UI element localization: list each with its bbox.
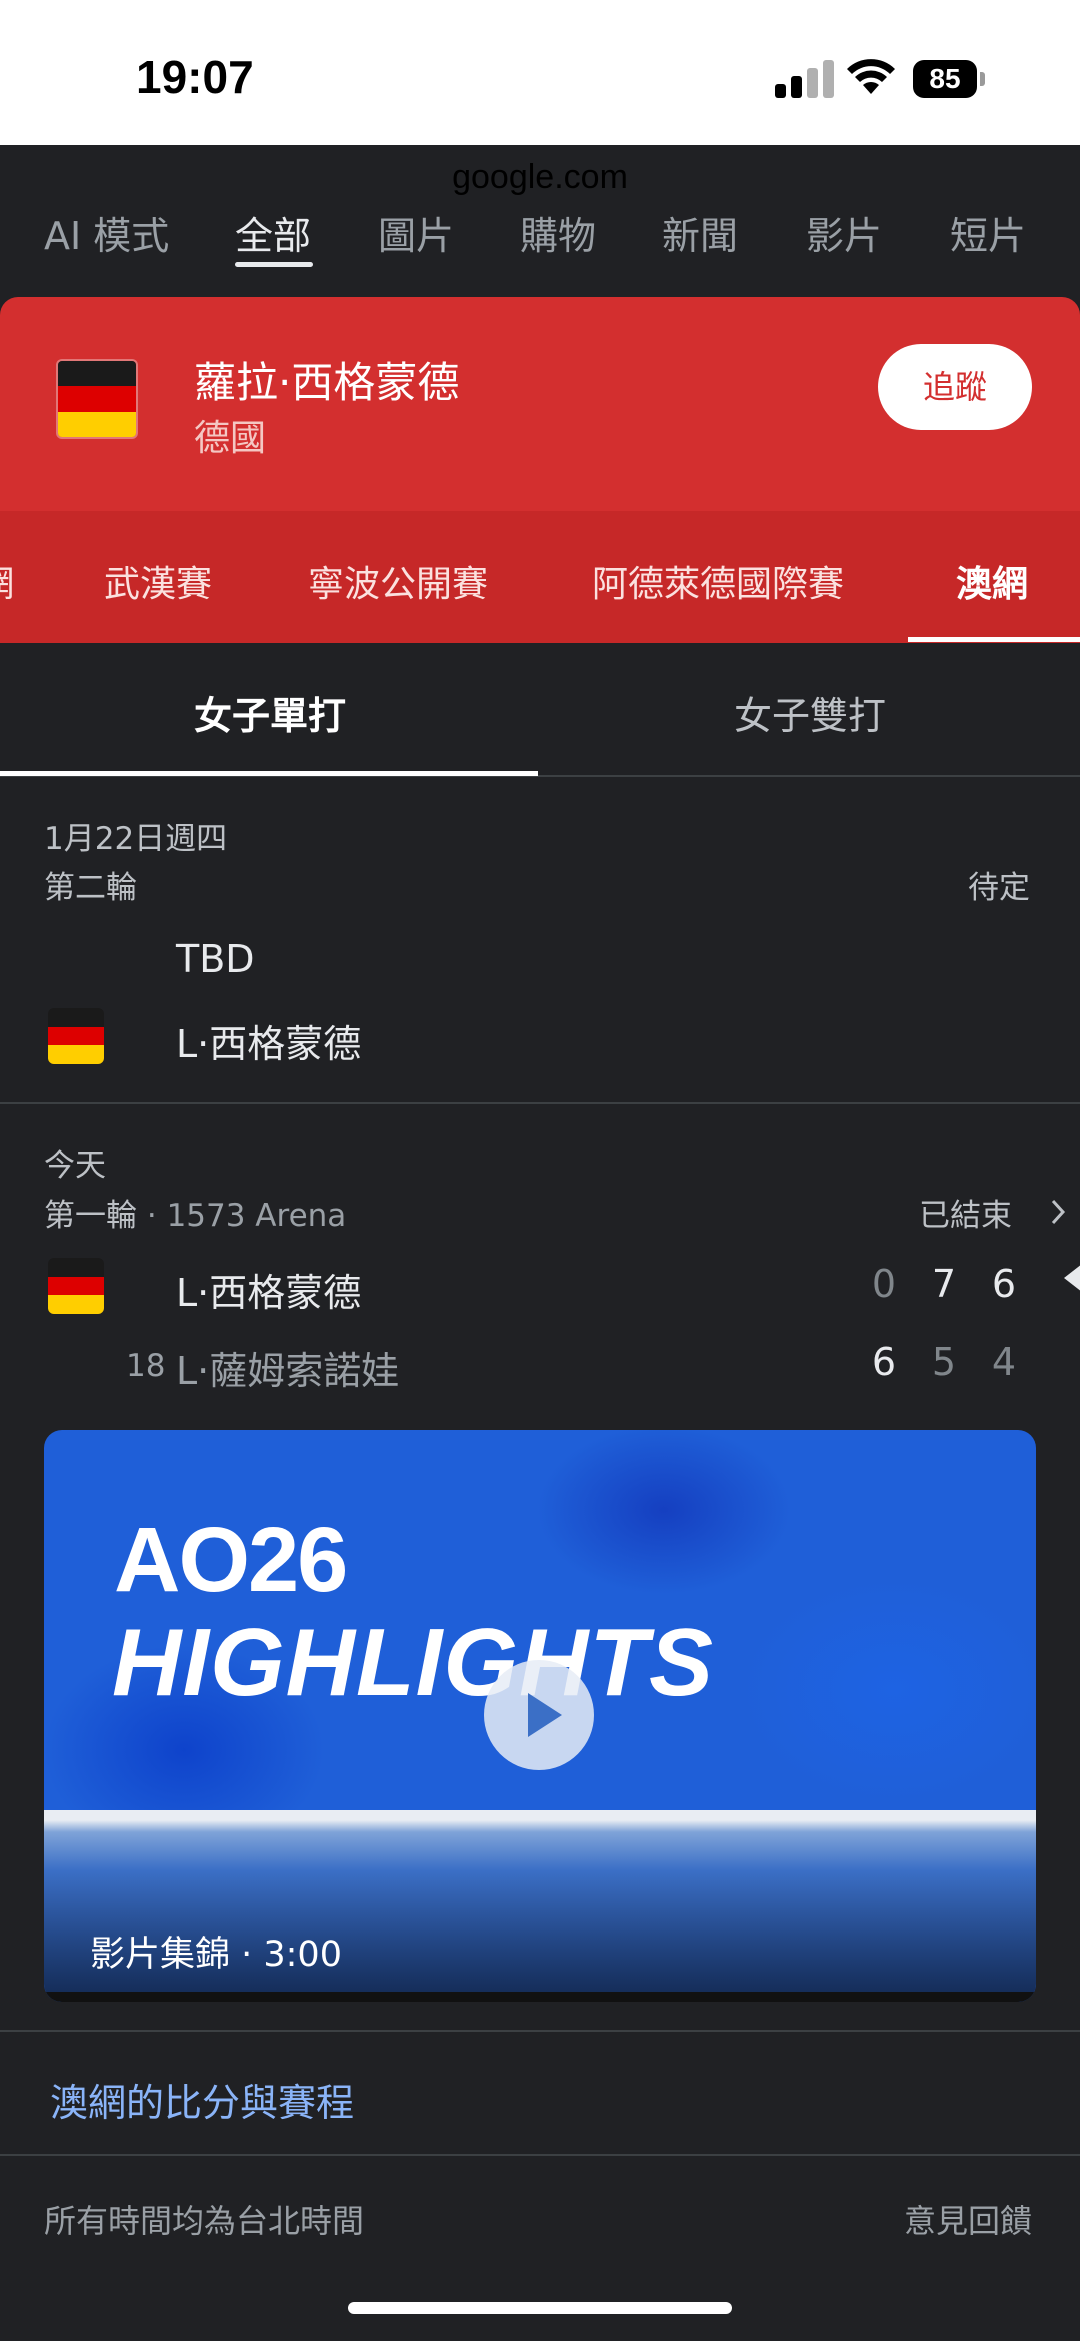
set2-score-b: 5	[931, 1340, 957, 1384]
tab-womens-doubles[interactable]: 女子雙打	[540, 685, 1080, 740]
set3-score-a: 6	[991, 1262, 1017, 1306]
set1-score-a: 0	[871, 1262, 897, 1306]
separator-dot: ·	[137, 1198, 167, 1234]
match-date: 1月22日週四	[44, 821, 228, 857]
wifi-icon	[847, 59, 895, 94]
play-icon[interactable]	[484, 1660, 594, 1770]
germany-flag-icon	[56, 359, 138, 439]
player-b-name: L·薩姆索諾娃	[176, 1349, 400, 1393]
tab-shopping[interactable]: 購物	[520, 215, 596, 260]
search-tabs: AI 模式 全部 圖片 購物 新聞 影片 短片	[0, 215, 1080, 297]
tab-ai-mode[interactable]: AI 模式	[44, 215, 169, 260]
draw-tabs: 女子單打 女子雙打	[0, 643, 1080, 777]
set3-score-b: 4	[991, 1340, 1017, 1384]
match-round: 第一輪	[44, 1198, 137, 1234]
tab-tournament-adelaide[interactable]: 阿德萊德國際賽	[592, 555, 844, 607]
tab-news[interactable]: 新聞	[662, 215, 738, 260]
clock: 19:07	[136, 51, 254, 103]
ao26-logo: AO26	[114, 1509, 348, 1611]
video-title: HIGHLIGHTS	[112, 1609, 714, 1716]
player-b-name: L·西格蒙德	[176, 1022, 362, 1066]
follow-button[interactable]: 追蹤	[878, 344, 1032, 430]
player-country: 德國	[194, 418, 267, 459]
battery-icon: 85	[913, 60, 985, 98]
tab-tournament-wuhan[interactable]: 武漢賽	[104, 555, 212, 607]
match-round: 第二輪	[44, 870, 137, 906]
set2-score-a: 7	[931, 1262, 957, 1306]
highlights-video[interactable]: AO26 HIGHLIGHTS 影片集錦 · 3:00	[44, 1430, 1036, 2002]
germany-flag-icon	[48, 1008, 104, 1064]
player-a-name: TBD	[176, 937, 255, 981]
scores-schedule-link-row: 澳網的比分與賽程	[0, 2032, 1080, 2156]
tab-tournament-australian-open[interactable]: 澳網	[956, 555, 1028, 607]
match-status[interactable]: 已結束	[919, 1190, 1012, 1235]
player-b-seed: 18	[126, 1348, 166, 1384]
tab-images[interactable]: 圖片	[378, 215, 454, 260]
active-draw-indicator	[0, 771, 538, 776]
tab-womens-singles[interactable]: 女子單打	[0, 685, 540, 740]
battery-level: 85	[913, 60, 977, 98]
status-bar: 19:07 85 google.com	[0, 0, 1080, 196]
active-tournament-indicator	[908, 637, 1080, 642]
germany-flag-icon	[48, 1258, 104, 1314]
set1-score-b: 6	[871, 1340, 897, 1384]
player-header: 蘿拉·西格蒙德 德國 追蹤	[0, 297, 1080, 511]
scores-schedule-link[interactable]: 澳網的比分與賽程	[50, 2072, 354, 2127]
chevron-right-icon[interactable]	[1050, 1198, 1066, 1226]
address-bar-url[interactable]: google.com	[0, 158, 1080, 197]
home-indicator[interactable]	[348, 2302, 732, 2314]
timezone-note: 所有時間均為台北時間	[44, 2202, 365, 2240]
match-card-upcoming[interactable]: 1月22日週四 第二輪 待定 TBD L·西格蒙德	[0, 777, 1080, 1104]
tab-short-videos[interactable]: 短片	[950, 215, 1026, 260]
video-caption: 影片集錦 · 3:00	[90, 1935, 342, 1975]
match-venue: 1573 Arena	[166, 1198, 347, 1234]
player-a-name: L·西格蒙德	[176, 1271, 362, 1315]
match-date: 今天	[44, 1148, 106, 1184]
active-tab-indicator	[235, 262, 313, 267]
tab-all[interactable]: 全部	[235, 215, 311, 260]
match-card-finished[interactable]: 今天 第一輪 · 1573 Arena 已結束 L·西格蒙德 0 7 6 18 …	[0, 1104, 1080, 2032]
match-round-venue: 第一輪 · 1573 Arena	[44, 1190, 346, 1235]
footer: 所有時間均為台北時間 意見回饋	[0, 2156, 1080, 2274]
player-name[interactable]: 蘿拉·西格蒙德	[194, 349, 459, 410]
cellular-signal-icon	[775, 58, 835, 98]
tab-tournament-ningbo[interactable]: 寧波公開賽	[308, 555, 488, 607]
tab-videos[interactable]: 影片	[806, 215, 882, 260]
feedback-link[interactable]: 意見回饋	[904, 2196, 1032, 2242]
tournament-tabs: 網 武漢賽 寧波公開賽 阿德萊德國際賽 澳網	[0, 511, 1080, 643]
match-status: 待定	[968, 870, 1030, 906]
winner-indicator-icon	[1064, 1264, 1080, 1292]
tab-tournament-partial[interactable]: 網	[0, 555, 14, 607]
